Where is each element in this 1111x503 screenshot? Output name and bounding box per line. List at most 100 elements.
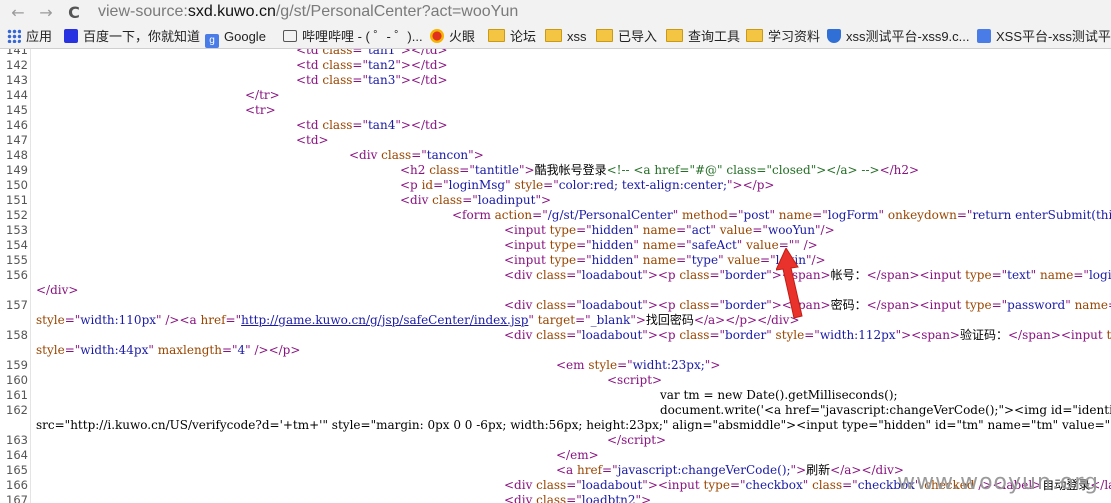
xss-platform-icon (977, 29, 991, 43)
source-line: 147 <td> (0, 133, 1111, 148)
bookmark-xss-platform[interactable]: XSS平台-xss测试平 (977, 28, 1111, 46)
forward-icon[interactable]: → (36, 3, 56, 23)
source-line: 158 <div class="loadabout"><p class="bord… (0, 328, 1111, 343)
bookmark-folder-study[interactable]: 学习资料 (746, 28, 820, 46)
bookmark-label: 百度一下，你就知道 (83, 29, 201, 44)
source-code: <td class="tan2"></td> (296, 58, 448, 72)
source-line: 160 <script> (0, 373, 1111, 388)
bookmark-label: xss测试平台-xss9.c... (846, 29, 970, 44)
line-number: 144 (6, 88, 28, 102)
bookmark-apps[interactable]: 应用 (7, 28, 52, 46)
bookmark-folder-imported[interactable]: 已导入 (596, 28, 657, 46)
source-code: <tr> (245, 103, 276, 117)
source-line: 150 <p id="loginMsg" style="color:red; te… (0, 178, 1111, 193)
bookmark-bilibili[interactable]: 哔哩哔哩 - ( ゜- ゜)... (283, 28, 423, 46)
google-icon: g (205, 34, 219, 48)
source-line: 143 <td class="tan3"></td> (0, 73, 1111, 88)
source-code: <td class="tan3"></td> (296, 73, 448, 87)
line-number: 155 (6, 253, 28, 267)
source-code: <em style="widht:23px;"> (556, 358, 721, 372)
folder-icon (746, 29, 763, 42)
line-number: 166 (6, 478, 28, 492)
source-line: 154 <input type="hidden" name="safeAct" v… (0, 238, 1111, 253)
source-code: </tr> (245, 88, 280, 102)
source-line: 142 <td class="tan2"></td> (0, 58, 1111, 73)
line-number: 153 (6, 223, 28, 237)
source-line: 155 <input type="hidden" name="type" valu… (0, 253, 1111, 268)
bookmark-label: 论坛 (510, 29, 537, 44)
back-icon[interactable]: ← (8, 3, 28, 23)
line-number: 141 (6, 49, 28, 57)
source-line: src="http://i.kuwo.cn/US/verifycode?d='+… (0, 418, 1111, 433)
line-number: 151 (6, 193, 28, 207)
source-code: <a href="javascript:changeVerCode();">刷新… (556, 463, 904, 477)
bookmark-huoyan[interactable]: 火眼 (430, 28, 475, 46)
line-number: 167 (6, 493, 28, 503)
source-code: style="width:110px" /><a href="http://ga… (36, 313, 800, 327)
source-line: style="width:44px" maxlength="4" /></p> (0, 343, 1111, 358)
bookmark-folder-xss[interactable]: xss (545, 28, 587, 46)
shield-icon (827, 29, 841, 43)
line-number: 145 (6, 103, 28, 117)
huoyan-icon (430, 29, 444, 43)
red-arrow-annotation (776, 248, 803, 319)
bookmark-baidu[interactable]: 百度一下，你就知道 (64, 28, 200, 46)
bookmark-folder-query-tools[interactable]: 查询工具 (666, 28, 740, 46)
source-code: <script> (607, 373, 663, 387)
bilibili-icon (283, 30, 297, 42)
source-line: 163 </script> (0, 433, 1111, 448)
source-code: </em> (556, 448, 599, 462)
line-number: 148 (6, 148, 28, 162)
source-line: 153 <input type="hidden" name="act" value… (0, 223, 1111, 238)
source-code: <td> (296, 133, 329, 147)
line-number: 156 (6, 268, 28, 282)
source-line: 151 <div class="loadinput"> (0, 193, 1111, 208)
folder-icon (488, 29, 505, 42)
folder-icon (666, 29, 683, 42)
bookmarks-bar: 应用 百度一下，你就知道 g Google 哔哩哔哩 - ( ゜- ゜)... 火… (0, 26, 1111, 49)
bookmark-label: 已导入 (618, 29, 658, 44)
bookmark-folder-forum[interactable]: 论坛 (488, 28, 536, 46)
bookmark-xss9[interactable]: xss测试平台-xss9.c... (827, 28, 970, 46)
source-code: <div class="loadabout"><p class="border"… (504, 328, 1111, 342)
source-code: <h2 class="tantitle">酷我帐号登录<!-- <a href=… (400, 163, 920, 177)
source-line: 144 </tr> (0, 88, 1111, 103)
line-number: 150 (6, 178, 28, 192)
line-number: 165 (6, 463, 28, 477)
folder-icon (545, 29, 562, 42)
bookmark-label: Google (224, 29, 266, 44)
source-code: <td class="tan1"></td> (296, 49, 448, 57)
source-line: 156 <div class="loadabout"><p class="bord… (0, 268, 1111, 283)
line-number: 152 (6, 208, 28, 222)
source-line: style="width:110px" /><a href="http://ga… (0, 313, 1111, 328)
address-bar[interactable]: view-source:sxd.kuwo.cn/g/st/PersonalCen… (98, 1, 518, 23)
source-code: <form action="/g/st/PersonalCenter" meth… (452, 208, 1111, 222)
bookmark-google[interactable]: g Google (205, 28, 266, 48)
reload-icon[interactable]: C (64, 3, 84, 23)
bookmark-label: 学习资料 (768, 29, 821, 44)
source-line: </div> (0, 283, 1111, 298)
bookmark-label: 应用 (26, 29, 53, 44)
line-number: 147 (6, 133, 28, 147)
source-line: 145 <tr> (0, 103, 1111, 118)
line-number: 157 (6, 298, 28, 312)
line-number: 154 (6, 238, 28, 252)
source-line: 146 <td class="tan4"></td> (0, 118, 1111, 133)
line-number: 143 (6, 73, 28, 87)
bookmark-label: xss (567, 29, 587, 44)
source-view[interactable]: 141 <td class="tan1"></td> 142 <td class="t… (0, 49, 1111, 503)
source-line: 141 <td class="tan1"></td> (0, 49, 1111, 58)
browser-toolbar: ← → C view-source:sxd.kuwo.cn/g/st/Perso… (0, 0, 1111, 26)
source-code: <p id="loginMsg" style="color:red; text-… (400, 178, 775, 192)
apps-grid-icon (7, 29, 21, 43)
watermark: www.wooyun.org (897, 470, 1099, 495)
source-code: <input type="hidden" name="safeAct" valu… (504, 238, 818, 252)
line-number: 146 (6, 118, 28, 132)
baidu-icon (64, 29, 78, 43)
source-line: 162 document.write('<a href="javascript:c… (0, 403, 1111, 418)
bookmark-label: 火眼 (449, 29, 476, 44)
source-code: <div class="tancon"> (349, 148, 484, 162)
line-number: 162 (6, 403, 28, 417)
source-line: 161 var tm = new Date().getMilliseconds()… (0, 388, 1111, 403)
line-number: 160 (6, 373, 28, 387)
